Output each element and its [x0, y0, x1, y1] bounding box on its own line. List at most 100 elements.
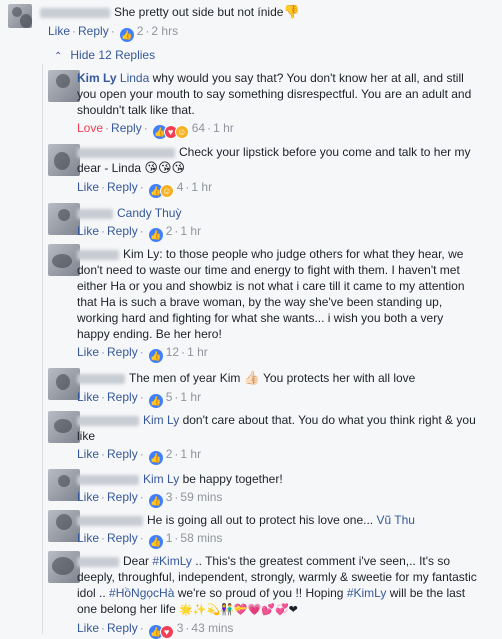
- avatar[interactable]: [48, 368, 80, 400]
- timestamp[interactable]: 43 mins: [191, 621, 233, 635]
- like-button[interactable]: Like: [77, 621, 99, 635]
- commenter-name-blurred[interactable]: [77, 208, 113, 219]
- timestamp[interactable]: 1 hr: [180, 390, 201, 404]
- reply-all-out: He is going all out to protect his love …: [77, 513, 415, 549]
- reaction-count[interactable]: 3: [177, 621, 184, 635]
- reply-button[interactable]: Reply: [107, 490, 138, 504]
- reaction-count[interactable]: 64: [192, 121, 205, 135]
- like-button[interactable]: Like: [77, 390, 99, 404]
- reply-kim-ly: Kim Ly Linda why would you say that? You…: [77, 71, 472, 139]
- hashtag[interactable]: #HồNgọcHà: [109, 586, 174, 600]
- reply-candy: Candy Thuỳ Like · Reply · 👍 2 · 1 hr: [77, 206, 202, 242]
- commenter-name[interactable]: [77, 474, 139, 485]
- commenter-name[interactable]: [77, 373, 125, 384]
- like-reaction-icon[interactable]: 👍: [148, 228, 163, 242]
- reply-long: Kim Ly: to those people who judge others…: [77, 247, 465, 363]
- reply-dont-care: Kim Ly don't care about that. You do wha…: [77, 413, 476, 465]
- like-reaction-icon[interactable]: 👍: [148, 494, 163, 508]
- commenter-name[interactable]: [77, 249, 119, 260]
- avatar[interactable]: [48, 551, 80, 583]
- reaction-count[interactable]: 1: [166, 531, 173, 545]
- reply-button[interactable]: Reply: [107, 345, 138, 359]
- reply-button[interactable]: Reply: [107, 224, 138, 238]
- comment-top: She pretty out side but not ínide👎 Like ·…: [40, 4, 490, 42]
- commenter-name[interactable]: [77, 415, 139, 426]
- haha-reaction-icon[interactable]: ☺: [159, 184, 174, 198]
- chevron-up-icon: ⌃: [54, 51, 63, 62]
- comment-text: Dear: [123, 554, 150, 568]
- like-button[interactable]: Like: [77, 224, 99, 238]
- commenter-name[interactable]: [77, 556, 119, 567]
- avatar[interactable]: [48, 244, 80, 276]
- comment-text: The men of year Kim: [129, 371, 241, 385]
- reaction-count[interactable]: 2: [166, 447, 173, 461]
- avatar[interactable]: [8, 4, 32, 28]
- thread-line: [42, 64, 43, 634]
- mention-tag[interactable]: Kim Ly: [143, 472, 179, 486]
- reply-happy-together: Kim Ly be happy together! Like · Reply · 👍 3 ·…: [77, 472, 283, 508]
- commenter-name[interactable]: Candy Thuỳ: [117, 206, 181, 220]
- love-button[interactable]: Love: [77, 121, 103, 135]
- like-button[interactable]: Like: [77, 180, 99, 194]
- reply-button[interactable]: Reply: [107, 390, 138, 404]
- reaction-count[interactable]: 2: [137, 24, 144, 38]
- reply-dear: Dear #KimLy .. This's the greatest comme…: [77, 554, 477, 639]
- timestamp[interactable]: 1 hr: [180, 224, 201, 238]
- reply-button[interactable]: Reply: [78, 24, 109, 38]
- commenter-name[interactable]: [77, 147, 175, 158]
- like-button[interactable]: Like: [48, 24, 70, 38]
- reply-button[interactable]: Reply: [107, 531, 138, 545]
- timestamp[interactable]: 1 hr: [187, 345, 208, 359]
- avatar[interactable]: [48, 203, 80, 235]
- commenter-name[interactable]: [77, 515, 143, 526]
- like-reaction-icon[interactable]: 👍: [148, 394, 163, 408]
- timestamp[interactable]: 2 hrs: [151, 24, 178, 38]
- like-reaction-icon[interactable]: 👍: [148, 451, 163, 465]
- reply-button[interactable]: Reply: [107, 621, 138, 635]
- comment-text-cont: we're so proud of you !! Hoping: [177, 586, 344, 600]
- hide-replies-link[interactable]: ⌃ Hide 12 Replies: [54, 48, 155, 62]
- timestamp[interactable]: 58 mins: [180, 531, 222, 545]
- like-reaction-icon[interactable]: 👍: [148, 535, 163, 549]
- timestamp[interactable]: 1 hr: [191, 180, 212, 194]
- comment-text: He is going all out to protect his love …: [147, 513, 374, 527]
- mention-tag[interactable]: Vũ Thu: [376, 513, 414, 527]
- reaction-count[interactable]: 12: [166, 345, 179, 359]
- avatar[interactable]: [48, 510, 80, 542]
- reaction-count[interactable]: 4: [177, 180, 184, 194]
- like-button[interactable]: Like: [77, 345, 99, 359]
- hashtag[interactable]: #KimLy: [152, 554, 192, 568]
- kiss-emoji-icon: 😘😘😘: [144, 161, 186, 176]
- reaction-count[interactable]: 2: [166, 224, 173, 238]
- reply-button[interactable]: Reply: [107, 180, 138, 194]
- like-button[interactable]: Like: [77, 490, 99, 504]
- mention-tag[interactable]: Kim Ly: [143, 413, 179, 427]
- comment-text: She pretty out side but not ínide: [114, 5, 284, 19]
- reaction-count[interactable]: 3: [166, 490, 173, 504]
- commenter-name[interactable]: Kim Ly: [77, 71, 117, 85]
- reaction-count[interactable]: 5: [166, 390, 173, 404]
- comment-text-cont: You protects her with all love: [263, 371, 416, 385]
- thumbs-up-icon: 👍🏻: [243, 371, 260, 386]
- avatar[interactable]: [48, 469, 80, 501]
- reply-button[interactable]: Reply: [111, 121, 142, 135]
- haha-reaction-icon[interactable]: ☺: [174, 125, 189, 139]
- commenter-name[interactable]: [40, 7, 110, 18]
- reply-men-of-year: The men of year Kim 👍🏻 You protects her …: [77, 371, 416, 408]
- avatar[interactable]: [48, 70, 80, 102]
- avatar[interactable]: [48, 144, 80, 176]
- reply-button[interactable]: Reply: [107, 447, 138, 461]
- reply-lipstick: Check your lipstick before you come and …: [77, 145, 471, 198]
- timestamp[interactable]: 59 mins: [180, 490, 222, 504]
- like-reaction-icon[interactable]: 👍: [119, 28, 134, 42]
- hearts-emoji-icon: 🌟✨💫👫💝💗💕💞❤: [179, 603, 298, 616]
- comment-text: Kim Ly: to those people who judge others…: [77, 247, 465, 341]
- avatar[interactable]: [48, 411, 80, 443]
- timestamp[interactable]: 1 hr: [213, 121, 234, 135]
- like-button[interactable]: Like: [77, 447, 99, 461]
- timestamp[interactable]: 1 hr: [180, 447, 201, 461]
- like-reaction-icon[interactable]: 👍: [148, 349, 163, 363]
- like-button[interactable]: Like: [77, 531, 99, 545]
- mention-tag[interactable]: Linda: [120, 71, 149, 85]
- hashtag[interactable]: #KimLy: [347, 586, 387, 600]
